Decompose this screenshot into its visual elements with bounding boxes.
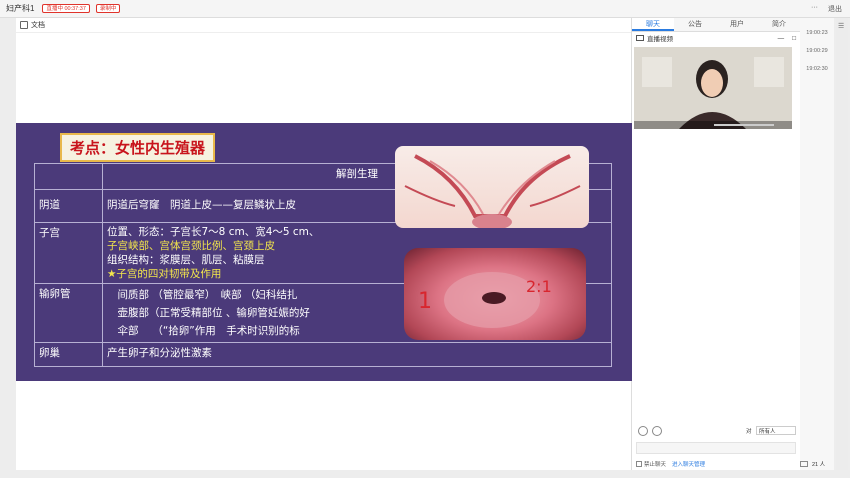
emoji-icon[interactable] xyxy=(638,426,648,436)
video-header: 直播视频 — □ xyxy=(632,32,800,44)
uterus-illustration-svg xyxy=(404,154,581,228)
row-line: 产生卵子和分泌性激素 xyxy=(102,342,612,367)
cervix-photo: 1 2:1 xyxy=(404,248,586,340)
table-corner-cell xyxy=(34,163,103,190)
organ-label: 输卵管 xyxy=(34,283,103,343)
live-status-badge: 直播中 00:37:37 xyxy=(42,4,90,13)
timestamp: 19:02:30 xyxy=(806,66,828,72)
record-status-badge: 录制中 xyxy=(95,4,121,13)
tab-notice[interactable]: 公告 xyxy=(674,18,716,31)
chat-toolbar: 对 所有人 xyxy=(632,426,800,438)
document-icon xyxy=(20,21,28,29)
organ-label: 阴道 xyxy=(34,189,103,223)
message-timestamps: 19:00:23 19:00:29 19:02:30 21 人 xyxy=(800,18,834,470)
gift-icon[interactable] xyxy=(652,426,662,436)
user-count-icon xyxy=(800,461,808,467)
presenter-video-svg xyxy=(634,47,792,129)
live-video[interactable] xyxy=(634,47,792,129)
video-camera-icon xyxy=(636,35,644,41)
side-menu-strip: ☰ xyxy=(836,18,848,470)
side-tabs: 聊天 公告 用户 简介 xyxy=(632,18,800,32)
cervix-photo-svg: 1 2:1 xyxy=(418,272,552,328)
chat-manage-link[interactable]: 进入聊天管理 xyxy=(672,460,705,468)
document-panel: 文档 解剖生理 阴道 阴道后穹窿 阴道上皮——复层鳞状上皮 子宫 位置、形态：子… xyxy=(16,18,632,470)
uterus-illustration xyxy=(395,146,589,228)
chat-input[interactable] xyxy=(636,442,796,454)
organ-label: 子宫 xyxy=(34,222,103,284)
tab-chat[interactable]: 聊天 xyxy=(632,18,674,31)
document-tab-label: 文档 xyxy=(31,22,45,29)
more-menu-button[interactable]: ··· xyxy=(811,4,818,14)
ban-chat-checkbox[interactable] xyxy=(636,461,642,467)
annotation-right: 2:1 xyxy=(526,277,552,296)
maximize-icon[interactable]: □ xyxy=(792,35,796,42)
ban-chat-label: 禁止聊天 xyxy=(644,462,667,468)
slide-title: 考点：女性内生殖器 xyxy=(60,133,216,162)
online-count: 21 人 xyxy=(812,462,826,468)
annotation-left: 1 xyxy=(418,289,432,314)
minimize-icon[interactable]: — xyxy=(778,35,785,42)
app-title: 妇产科1 xyxy=(6,4,35,13)
organ-label: 卵巢 xyxy=(34,342,103,367)
chat-to-label: 对 xyxy=(746,429,752,435)
list-menu-icon[interactable]: ☰ xyxy=(838,22,844,30)
chat-target-select[interactable]: 所有人 xyxy=(756,426,796,435)
document-tab[interactable]: 文档 xyxy=(16,18,631,33)
timestamp: 19:00:29 xyxy=(806,48,828,54)
tab-users[interactable]: 用户 xyxy=(716,18,758,31)
side-panel: 聊天 公告 用户 简介 直播视频 — □ 对 所有人 发送 禁止聊天 xyxy=(632,18,826,470)
presentation-slide: 解剖生理 阴道 阴道后穹窿 阴道上皮——复层鳞状上皮 子宫 位置、形态：子宫长7… xyxy=(16,123,632,381)
video-title: 直播视频 xyxy=(647,36,673,43)
title-bar: 妇产科1 直播中 00:37:37 录制中 ··· 退出 xyxy=(0,0,850,18)
tab-intro[interactable]: 简介 xyxy=(758,18,800,31)
chat-footer: 禁止聊天 进入聊天管理 xyxy=(636,459,796,469)
timestamp: 19:00:23 xyxy=(806,30,828,36)
exit-button[interactable]: 退出 xyxy=(828,4,842,14)
